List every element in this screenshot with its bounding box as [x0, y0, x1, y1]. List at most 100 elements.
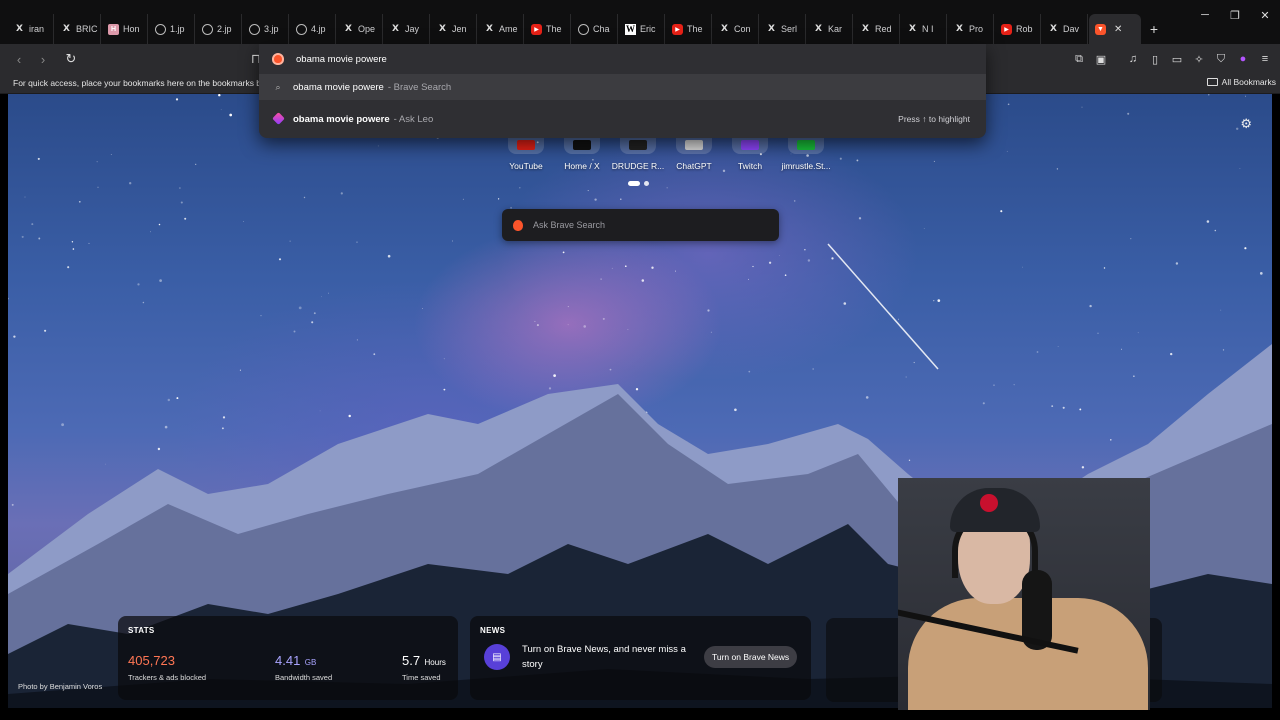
tab-label: Red: [875, 24, 892, 34]
tab-label: Eric: [640, 24, 656, 34]
youtube-icon: ▶: [531, 23, 542, 35]
site-logo-icon: [797, 140, 815, 150]
tab-12[interactable]: ▶ The: [525, 14, 571, 44]
site-logo-icon: [517, 140, 535, 150]
suggestion-query: obama movie powere: [293, 81, 384, 93]
brave-lion-icon: ▼: [1095, 23, 1106, 35]
pager-dot-1[interactable]: [628, 181, 640, 186]
all-bookmarks-button[interactable]: All Bookmarks: [1206, 77, 1276, 87]
reload-icon[interactable]: ↻: [60, 48, 82, 70]
x-logo-icon: X: [909, 24, 916, 34]
new-tab-icon[interactable]: +: [1142, 14, 1166, 44]
tab-3[interactable]: H Hon: [102, 14, 148, 44]
site-logo-icon: [573, 140, 591, 150]
stats-widget: STATS 405,723 Trackers & ads blocked 4.4…: [118, 616, 458, 700]
time-unit: Hours: [424, 658, 446, 667]
tab-9[interactable]: X Jay: [384, 14, 430, 44]
tab-14[interactable]: W Eric: [619, 14, 665, 44]
site-logo-icon: [741, 140, 759, 150]
tab-11[interactable]: X Ame: [478, 14, 524, 44]
tab-4[interactable]: 1.jp: [149, 14, 195, 44]
tab-6[interactable]: 3.jp: [243, 14, 289, 44]
trackers-stat: 405,723 Trackers & ads blocked: [128, 652, 206, 682]
tab-label: N I: [922, 24, 934, 34]
tab-label: The: [546, 24, 562, 34]
bandwidth-unit: GB: [304, 658, 317, 667]
top-site-label: jimrustle.St...: [781, 161, 831, 171]
tab-1[interactable]: Xiran: [8, 14, 54, 44]
tab-7[interactable]: 4.jp: [290, 14, 336, 44]
customize-gear-icon[interactable]: ⚙: [1240, 116, 1252, 132]
tab-10[interactable]: X Jen: [431, 14, 477, 44]
top-site-label: Home / X: [564, 161, 600, 171]
address-input[interactable]: [296, 53, 896, 65]
sidebar-icon[interactable]: ▯: [1146, 48, 1164, 70]
tab-label: 1.jp: [170, 24, 185, 34]
tab-label: Jay: [405, 24, 420, 34]
minimize-icon[interactable]: ─: [1190, 0, 1220, 30]
search-icon: ⌕: [275, 81, 281, 92]
tab-15[interactable]: ▶ The: [666, 14, 712, 44]
tab-label: Hon: [123, 24, 140, 34]
tab-label: 2.jp: [217, 24, 232, 34]
omnibox-input-row: [259, 44, 986, 74]
tab-label: Ope: [358, 24, 376, 34]
extensions-icon[interactable]: ⧉: [1070, 48, 1088, 70]
tab-20[interactable]: XN I: [901, 14, 947, 44]
tab-strip: Xiran X BRIC H Hon 1.jp 2.jp 3.jp 4.jp X Ope X Jay X J…: [0, 0, 1280, 44]
tab-17[interactable]: X Serl: [760, 14, 806, 44]
back-icon[interactable]: ‹: [8, 48, 30, 70]
news-text: Turn on Brave News, and never miss a sto…: [522, 644, 686, 670]
media-icon[interactable]: ♫: [1124, 48, 1142, 70]
tab-8[interactable]: X Ope: [337, 14, 383, 44]
tab-2[interactable]: X BRIC: [55, 14, 101, 44]
x-logo-icon: X: [1050, 24, 1057, 34]
leo-icon[interactable]: ✧: [1190, 48, 1208, 70]
bandwidth-value: 4.41: [275, 653, 301, 668]
menu-icon[interactable]: ≡: [1256, 48, 1274, 70]
close-window-icon[interactable]: ✕: [1250, 0, 1280, 30]
x-logo-icon: X: [486, 24, 493, 34]
suggestion-ask-leo[interactable]: obama movie powere - Ask Leo Press ↑ to …: [259, 106, 986, 132]
tab-18[interactable]: X Kar: [807, 14, 853, 44]
close-tab-icon[interactable]: ✕: [1114, 24, 1122, 35]
ntp-search-input[interactable]: [533, 220, 753, 230]
tab-label: Jen: [452, 24, 467, 34]
tab-5[interactable]: 2.jp: [196, 14, 242, 44]
tab-label: Cha: [593, 24, 610, 34]
tab-active[interactable]: ▼ ✕: [1089, 14, 1141, 44]
tab-22[interactable]: ▶ Rob: [995, 14, 1041, 44]
wallet-icon[interactable]: ▣: [1092, 48, 1110, 70]
tab-23[interactable]: X Dav: [1042, 14, 1088, 44]
site-logo-icon: [685, 140, 703, 150]
pager-dot-2[interactable]: [644, 181, 649, 186]
tab-19[interactable]: X Red: [854, 14, 900, 44]
globe-icon: [249, 23, 260, 35]
restore-icon[interactable]: ❐: [1220, 0, 1250, 30]
x-logo-icon: X: [815, 24, 822, 34]
tab-21[interactable]: X Pro: [948, 14, 994, 44]
shield-icon[interactable]: ⛉: [1212, 48, 1230, 70]
omnibox: ⌕ obama movie powere - Brave Search obam…: [259, 44, 986, 138]
tab-13[interactable]: Cha: [572, 14, 618, 44]
tab-label: iran: [29, 24, 45, 34]
tab-label: Dav: [1063, 24, 1080, 34]
time-value: 5.7: [402, 653, 421, 668]
tab-label: The: [687, 24, 703, 34]
suggestion-brave-search[interactable]: ⌕ obama movie powere - Brave Search: [259, 74, 986, 100]
tab-16[interactable]: X Con: [713, 14, 759, 44]
tabs-icon[interactable]: ▭: [1168, 48, 1186, 70]
toolbar-right-buttons: ⧉ ▣ ♫ ▯ ▭ ✧ ⛉ ● ≡: [1070, 48, 1274, 70]
turn-on-news-button[interactable]: Turn on Brave News: [704, 646, 798, 668]
tab-label: Kar: [828, 24, 843, 34]
brave-logo-icon: [513, 219, 523, 231]
globe-icon: [296, 23, 307, 35]
stats-title: STATS: [128, 626, 155, 635]
highlight-hint: Press ↑ to highlight: [898, 114, 970, 124]
forward-icon[interactable]: ›: [32, 48, 54, 70]
news-widget: NEWS ▤ Turn on Brave News, and never mis…: [470, 616, 811, 700]
x-logo-icon: X: [345, 24, 352, 34]
x-logo-icon: X: [862, 24, 869, 34]
x-logo-icon: X: [956, 24, 963, 34]
vpn-icon[interactable]: ●: [1234, 48, 1252, 70]
